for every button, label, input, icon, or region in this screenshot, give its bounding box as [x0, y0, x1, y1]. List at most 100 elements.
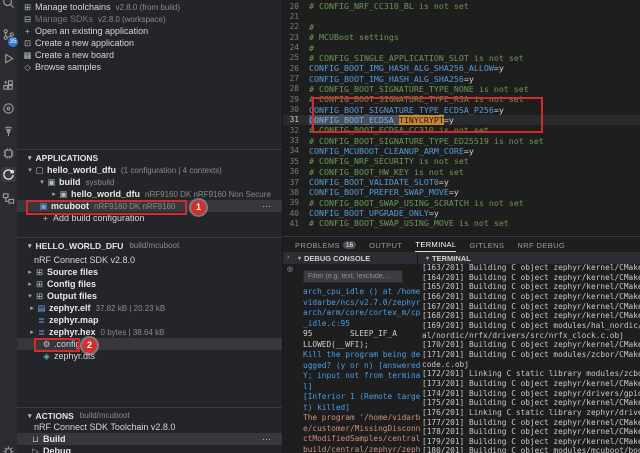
twisty-collapsed-icon[interactable]: ▸ — [28, 304, 36, 312]
welcome-item-manage-sdks[interactable]: ⊟ Manage SDKs v2.8.0 (workspace) — [17, 13, 282, 25]
welcome-item-browse-samples[interactable]: ◇ Browse samples — [17, 61, 282, 73]
code-line-34: 34 CONFIG_MCUBOOT_CLEANUP_ARM_CORE =y — [283, 146, 640, 156]
test-explorer-icon[interactable] — [1, 101, 16, 116]
item-label: zephyr.elf — [49, 303, 91, 313]
code-token: =y — [443, 114, 454, 125]
code-line-30: 30 CONFIG_BOOT_SIGNATURE_TYPE_ECDSA_P256 =… — [283, 104, 640, 115]
settings-gear-icon[interactable] — [1, 444, 16, 453]
line-number: 29 — [289, 94, 299, 104]
new-application-icon: ⊡ — [23, 37, 32, 48]
debug-console-view-header[interactable]: ▾ DEBUG CONSOLE — [298, 252, 418, 264]
line-number: 25 — [289, 53, 299, 63]
code-line-27: 27 CONFIG_BOOT_IMG_HASH_ALG_SHA256 =y — [283, 73, 640, 84]
actions-section-desc: build/mcuboot — [79, 411, 130, 420]
action-item-debug[interactable]: ▷ Debug — [17, 445, 282, 453]
more-actions-icon[interactable]: ⋯ — [262, 201, 272, 212]
twisty-collapsed-icon[interactable]: ▸ — [50, 190, 58, 198]
nrf-terminal-icon[interactable] — [1, 124, 16, 139]
tree-item-zephyr.elf[interactable]: ▸ ▤ zephyr.elf 37.82 kB | 20.23 kB — [17, 302, 282, 314]
tree-item-add-build-configuration[interactable]: + Add build configuration — [17, 212, 282, 224]
line-number: 21 — [289, 12, 299, 22]
project-section-header[interactable]: ▾ HELLO_WORLD_DFU build/mcuboot — [17, 239, 282, 252]
extensions-icon[interactable] — [1, 78, 16, 93]
chevron-down-icon: ▾ — [28, 154, 32, 162]
search-icon[interactable] — [1, 0, 16, 10]
item-label: mcuboot — [51, 201, 89, 211]
samples-icon: ◇ — [24, 61, 31, 72]
debug-console-line: _idle.c:95 — [303, 318, 350, 328]
tree-item-mcuboot[interactable]: ▣ mcuboot nRF9160 DK nRF9160 ⋯ — [17, 200, 282, 212]
code-token: =y — [463, 145, 474, 156]
code-token: CONFIG_BOOT_VALIDATE_SLOT0 — [309, 177, 439, 188]
welcome-item-open-an-existing-application[interactable]: + Open an existing application — [17, 25, 282, 37]
debug-console-line: Kill the program being deb — [303, 350, 421, 359]
tree-item-output-files[interactable]: ▾ ⊞ Output files — [17, 290, 282, 302]
tree-item-.config[interactable]: ⚙ .config — [17, 338, 282, 350]
tree-item-zephyr.map[interactable]: ≣ zephyr.map — [17, 314, 282, 326]
tree-item-source-files[interactable]: ▸ ⊞ Source files — [17, 266, 282, 278]
tree-item-zephyr.hex[interactable]: ▸ ≣ zephyr.hex 0 bytes | 38.64 kB — [17, 326, 282, 338]
vscode-window: 35 ⊞ Manage toolchains v2.8.0 (from build)… — [0, 0, 640, 453]
welcome-item-manage-toolchains[interactable]: ⊞ Manage toolchains v2.8.0 (from build) — [17, 1, 282, 13]
code-line-31: 31 CONFIG_BOOT_ECDSA_ TINYCRYPT =y — [283, 114, 640, 126]
item-label: Browse samples — [35, 62, 102, 72]
record-circle-icon[interactable]: ◎ — [287, 265, 293, 273]
panel-tab-output[interactable]: OUTPUT — [369, 238, 402, 252]
panel-view-headers: ▾ DEBUG CONSOLE ▾ TERMINAL — [283, 252, 640, 264]
welcome-item-create-a-new-board[interactable]: ▦ Create a new board — [17, 49, 282, 61]
panel-tab-label: TERMINAL — [415, 240, 457, 249]
twisty-expanded-icon[interactable]: ▾ — [26, 292, 34, 300]
project-tree: nRF Connect SDK v2.8.0 ▸ ⊞ Source files ▸ ⊞ Co… — [17, 254, 282, 362]
line-number: 40 — [289, 208, 299, 218]
code-line-35: 35 # CONFIG_NRF_SECURITY is not set — [283, 156, 640, 166]
panel-tab-nrf-debug[interactable]: NRF DEBUG — [517, 238, 565, 252]
tree-item-hello-world-dfu[interactable]: ▸ ▣ hello_world_dfu nRF9160 DK nRF9160 Non … — [17, 188, 282, 200]
code-line-28: 28 # CONFIG_BOOT_SIGNATURE_TYPE_NONE is n… — [283, 84, 640, 94]
applications-section-title: APPLICATIONS — [35, 152, 99, 163]
welcome-item-create-a-new-application[interactable]: ⊡ Create a new application — [17, 37, 282, 49]
code-comment: # CONFIG_NRF_SECURITY is not set — [309, 156, 469, 167]
code-comment: # CONFIG_BOOT_SIGNATURE_TYPE_ED25519 is … — [309, 135, 544, 146]
twisty-collapsed-icon[interactable]: ▸ — [28, 328, 36, 336]
nrf-devicetree-icon[interactable] — [1, 146, 16, 161]
action-item-nrf-connect-sdk-toolchain-v2.8.0[interactable]: nRF Connect SDK Toolchain v2.8.0 — [17, 421, 282, 433]
debug-console-filter-input[interactable] — [303, 270, 403, 283]
item-description: nRF9160 DK nRF9160 Non Secure — [145, 189, 271, 199]
build-folder-icon: ▣ — [47, 176, 56, 187]
code-editor[interactable]: 20 # CONFIG_NRF_CC310_BL is not set 21 22 #2… — [283, 0, 640, 236]
plus-icon: + — [25, 26, 30, 36]
twisty-expanded-icon[interactable]: ▾ — [38, 178, 46, 186]
tree-item-zephyr.dts[interactable]: ◈ zephyr.dts — [17, 350, 282, 362]
panel-tab-terminal[interactable]: TERMINAL — [415, 238, 457, 252]
panel-tab-problems[interactable]: PROBLEMS 16 — [295, 238, 357, 252]
code-comment: # CONFIG_BOOT_HW_KEY is not set — [309, 166, 464, 177]
panel-tab-gitlens[interactable]: GITLENS — [469, 238, 504, 252]
more-actions-icon[interactable]: ⋯ — [262, 434, 272, 445]
terminal-line: code.c.obj — [422, 359, 469, 369]
code-token: CONFIG_BOOT_SIGNATURE_TYPE_ECDSA_P256 — [309, 104, 494, 115]
board-icon: ▦ — [23, 49, 32, 60]
line-number: 33 — [289, 136, 299, 146]
twisty-expanded-icon[interactable]: ▾ — [26, 166, 34, 174]
twisty-collapsed-icon[interactable]: ▸ — [26, 280, 34, 288]
tree-item-hello-world-dfu[interactable]: ▾ ▢ hello_world_dfu (1 configuration | 4 co… — [17, 164, 282, 176]
twisty-collapsed-icon[interactable]: ▸ — [26, 268, 34, 276]
tree-item-config-files[interactable]: ▸ ⊞ Config files — [17, 278, 282, 290]
code-comment: # CONFIG_NRF_CC310_BL is not set — [309, 1, 469, 12]
terminal-view-header[interactable]: ▾ TERMINAL — [426, 252, 471, 264]
debug-console-line: ugged? (y or n) [answered — [303, 360, 421, 370]
build-config-icon: ▣ — [59, 188, 68, 199]
run-and-debug-icon[interactable] — [1, 51, 16, 66]
terminal-pane[interactable]: [163/201] Building C object zephyr/kerne… — [420, 264, 640, 453]
applications-section-header[interactable]: ▾ APPLICATIONS — [17, 151, 282, 164]
tree-item-nrf-connect-sdk-v2.8.0[interactable]: nRF Connect SDK v2.8.0 — [17, 254, 282, 266]
panel-tab-bar: PROBLEMS 16 OUTPUT TERMINAL GITLENS NRF DEBUG — [295, 238, 565, 252]
code-token: =y — [428, 208, 439, 219]
terminal-line: [172/201] Linking C static library modul… — [422, 369, 640, 379]
nrf-connect-icon[interactable] — [1, 167, 16, 182]
connected-devices-icon[interactable] — [1, 191, 16, 206]
tree-item-build[interactable]: ▾ ▣ build sysbuild — [17, 176, 282, 188]
action-item-build[interactable]: ⊔ Build ⋯ — [17, 433, 282, 445]
code-line-24: 24 # — [283, 42, 640, 53]
chevron-right-icon[interactable]: › — [287, 254, 289, 261]
